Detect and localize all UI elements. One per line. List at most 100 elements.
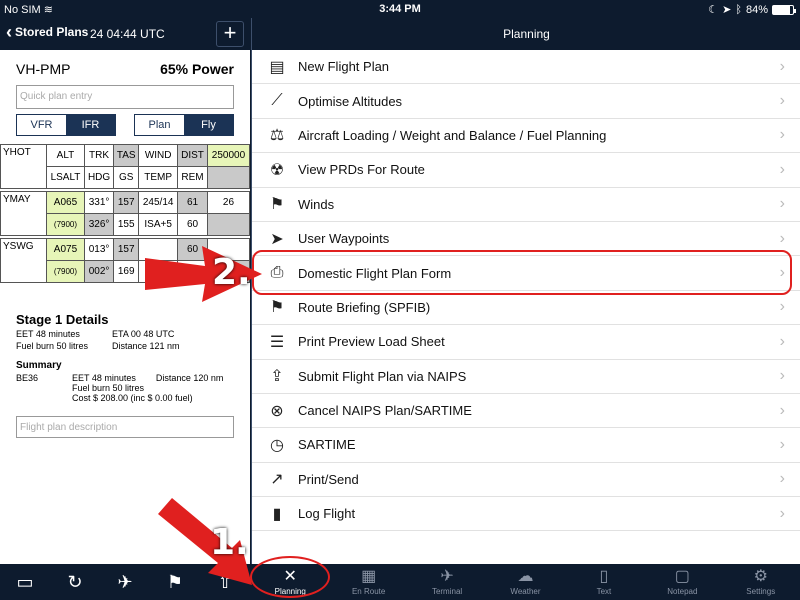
table-cell: 331° <box>83 191 115 214</box>
table-cell: ISA+5 <box>138 213 179 236</box>
waypoint-cell[interactable]: YSWG <box>0 238 47 283</box>
annotation-highlight-1 <box>250 556 330 598</box>
table-cell <box>138 260 179 283</box>
clock-icon: ◷ <box>270 436 284 454</box>
back-label: Stored Plans <box>15 25 89 39</box>
table-cell: 157 <box>113 238 140 261</box>
table-cell: 26 <box>206 191 251 214</box>
summary-aircraft: BE36 <box>16 373 39 383</box>
header-cell: HDG <box>83 166 115 189</box>
plan-description-input[interactable]: Flight plan description <box>16 416 234 438</box>
summary-cost: Cost $ 208.00 (inc $ 0.00 fuel) <box>72 393 193 403</box>
summary-title: Summary <box>16 360 62 371</box>
table-cell: 60 <box>177 238 208 261</box>
tab-en-route[interactable]: ▦ En Route <box>329 564 407 600</box>
table-cell: 60 <box>177 213 208 236</box>
summary-distance: Distance 120 nm <box>155 373 224 383</box>
tab-settings[interactable]: ⚙ Settings <box>722 564 800 600</box>
header-cell: ALT <box>46 144 85 167</box>
table-cell[interactable]: A075 <box>46 238 85 261</box>
table-cell: 326° <box>83 213 115 236</box>
plus-icon: + <box>223 20 237 45</box>
annotation-number-1: 1. <box>210 522 249 563</box>
back-button[interactable]: ‹ Stored Plans <box>6 22 89 42</box>
table-cell: 245/14 <box>138 191 179 214</box>
flag-icon: ⚑ <box>269 299 285 317</box>
moon-icon: ☾ <box>708 4 719 16</box>
chevron-right-icon: › <box>779 126 785 144</box>
waypoint-cell[interactable]: YHOT <box>0 144 47 189</box>
power-setting[interactable]: 65% Power <box>160 61 234 77</box>
add-plan-button[interactable]: + <box>216 21 244 47</box>
flag-icon[interactable]: ⚑ <box>160 572 190 593</box>
chevron-right-icon: › <box>779 229 785 247</box>
planning-title: Planning <box>252 18 800 50</box>
book-icon: ▯ <box>599 568 609 585</box>
chevron-right-icon: › <box>779 298 785 316</box>
segment-ifr[interactable]: IFR <box>66 115 115 135</box>
cloud-lightning-icon: ☁ <box>517 568 534 585</box>
header-cell: GS <box>113 166 140 189</box>
segment-vfr[interactable]: VFR <box>17 115 66 135</box>
rules-segment: VFR IFR <box>16 114 116 136</box>
chevron-right-icon: › <box>779 435 785 453</box>
bluetooth-icon: ᛒ <box>735 3 742 16</box>
notepad-icon: ▢ <box>674 568 690 585</box>
status-right: ☾ ➤ ᛒ 84% <box>708 3 796 16</box>
share-icon[interactable]: ⇧ <box>210 572 240 593</box>
map-icon: ▦ <box>361 568 377 585</box>
menu-item-log-flight[interactable]: ▮ Log Flight › <box>252 497 800 532</box>
chevron-right-icon: › <box>779 332 785 350</box>
menu-item-new-flight-plan[interactable]: ▤ New Flight Plan › <box>252 50 800 85</box>
menu-item-optimise-altitudes[interactable]: ⟋ Optimise Altitudes › <box>252 84 800 119</box>
share-arrow-icon: ↗ <box>270 471 284 489</box>
refresh-icon[interactable]: ↻ <box>60 572 90 593</box>
menu-item-submit-naips[interactable]: ⇪ Submit Flight Plan via NAIPS › <box>252 360 800 394</box>
cancel-circle-icon: ⊗ <box>270 402 284 420</box>
airplane-icon[interactable]: ✈ <box>110 572 140 593</box>
chevron-left-icon: ‹ <box>6 22 12 42</box>
menu-item-aircraft-loading[interactable]: ⚖ Aircraft Loading / Weight and Balance /… <box>252 119 800 154</box>
header-cell: TRK <box>83 144 115 167</box>
menu-item-winds[interactable]: ⚑ Winds › <box>252 188 800 222</box>
inbox-upload-icon: ⇪ <box>270 368 284 386</box>
segment-fly[interactable]: Fly <box>184 115 233 135</box>
new-plan-icon: ▤ <box>269 58 285 76</box>
chevron-right-icon: › <box>779 160 785 178</box>
windsock-icon: ⚑ <box>269 196 285 214</box>
header-cell: TAS <box>113 144 140 167</box>
menu-item-view-prds[interactable]: ☢ View PRDs For Route › <box>252 153 800 188</box>
utc-time: 24 04:44 UTC <box>90 27 165 41</box>
left-nav-bar: ‹ Stored Plans 24 04:44 UTC + <box>0 18 250 50</box>
chevron-right-icon: › <box>779 504 785 522</box>
segment-plan[interactable]: Plan <box>135 115 184 135</box>
table-cell: 155 <box>113 213 140 236</box>
app-window: No SIM ≋ 3:44 PM ☾ ➤ ᛒ 84% ‹ Stored Plan… <box>0 0 800 600</box>
menu-item-print-send[interactable]: ↗ Print/Send › <box>252 463 800 498</box>
header-cell: 250000 <box>206 144 251 167</box>
table-cell: 61 <box>177 191 208 214</box>
tab-terminal[interactable]: ✈ Terminal <box>408 564 486 600</box>
aircraft-registration: VH-PMP <box>16 61 71 77</box>
quick-plan-input[interactable]: Quick plan entry <box>16 85 234 109</box>
battery-icon <box>772 4 796 15</box>
tab-notepad[interactable]: ▢ Notepad <box>643 564 721 600</box>
summary-eet: EET 48 minutes <box>72 373 136 383</box>
menu-item-route-briefing[interactable]: ⚑ Route Briefing (SPFIB) › <box>252 291 800 326</box>
menu-item-print-preview-load-sheet[interactable]: ☰ Print Preview Load Sheet › <box>252 325 800 360</box>
waypoint-cell[interactable]: YMAY <box>0 191 47 236</box>
table-cell <box>138 238 179 261</box>
menu-item-sartime[interactable]: ◷ SARTIME › <box>252 428 800 463</box>
table-cell <box>206 213 251 236</box>
menu-item-cancel-naips[interactable]: ⊗ Cancel NAIPS Plan/SARTIME › <box>252 394 800 429</box>
tab-text[interactable]: ▯ Text <box>565 564 643 600</box>
annotation-number-2: 2. <box>212 252 251 293</box>
summary-fuel: Fuel burn 50 litres <box>72 383 145 393</box>
folder-icon[interactable]: ▭ <box>10 572 40 593</box>
table-cell[interactable]: A065 <box>46 191 85 214</box>
stage-eta: ETA 00 48 UTC <box>112 329 175 339</box>
table-row: YHOT ALT TRK TAS WIND DIST 250000 <box>0 144 251 189</box>
chevron-right-icon: › <box>779 367 785 385</box>
stage-fuel: Fuel burn 50 litres <box>16 341 89 351</box>
tab-weather[interactable]: ☁ Weather <box>486 564 564 600</box>
